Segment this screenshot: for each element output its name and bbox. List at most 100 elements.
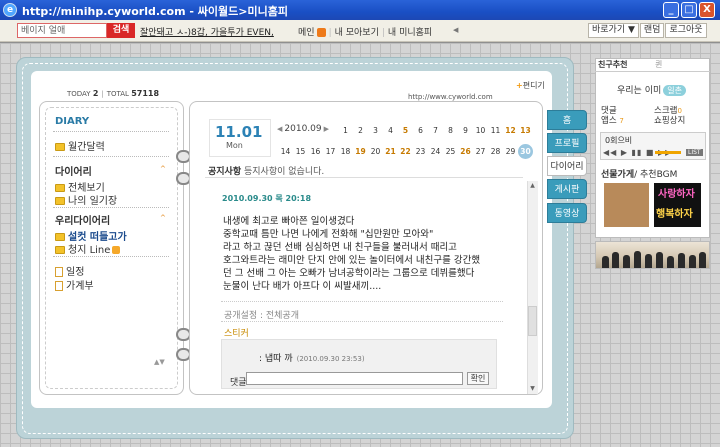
- comment-item: : 냅따 까 (2010.09.30 23:53): [259, 354, 365, 364]
- calendar-day[interactable]: 27: [473, 147, 488, 156]
- reply-submit-button[interactable]: 확인: [467, 372, 489, 385]
- calendar-day[interactable]: 11: [488, 126, 503, 135]
- menu-household-ledger[interactable]: 가계부: [55, 277, 94, 292]
- calendar-day[interactable]: 19: [353, 147, 368, 156]
- minimize-button[interactable]: _: [663, 2, 679, 18]
- calendar-day[interactable]: 20: [368, 147, 383, 156]
- privacy-setting: 공개설정 : 전체공개: [224, 311, 299, 321]
- calendar-day[interactable]: 15: [293, 147, 308, 156]
- calendar-day-selected[interactable]: 30: [518, 144, 533, 159]
- link-shopping[interactable]: 쇼핑상지: [654, 116, 685, 126]
- calendar-day[interactable]: 2: [353, 126, 368, 135]
- close-button[interactable]: X: [699, 2, 715, 18]
- visitor-counter: TODAY 2 | TOTAL 57118: [67, 89, 160, 98]
- tab-friend-recommend[interactable]: 친구추천: [598, 59, 627, 70]
- calendar-day[interactable]: 25: [443, 147, 458, 156]
- divider: [53, 256, 169, 257]
- post-line: 눈물이 난다 배가 아프다 이 씨발새끼....: [223, 281, 382, 292]
- scroll-up-icon[interactable]: ▲: [528, 182, 537, 192]
- ie-icon: e: [3, 3, 17, 17]
- calendar-day[interactable]: 13: [518, 126, 533, 135]
- calendar-day[interactable]: 17: [323, 147, 338, 156]
- calendar-day[interactable]: 16: [308, 147, 323, 156]
- nav-my-feed[interactable]: 내 모아보기: [335, 28, 379, 38]
- random-button[interactable]: 랜덤: [639, 23, 665, 38]
- search-input[interactable]: 베이지 얼애: [17, 23, 107, 38]
- calendar-day[interactable]: 1: [338, 126, 353, 135]
- calendar-day[interactable]: 29: [503, 147, 518, 156]
- calendar-day[interactable]: 10: [473, 126, 488, 135]
- calendar-day[interactable]: 6: [413, 126, 428, 135]
- reply-input[interactable]: [246, 372, 463, 385]
- bgm-volume-bar[interactable]: [655, 151, 681, 154]
- scrollbar-thumb[interactable]: [528, 306, 537, 336]
- gift-item-image[interactable]: 사랑하자 행복하자: [654, 183, 701, 227]
- calendar-day[interactable]: 12: [503, 126, 518, 135]
- post-line: 중학교때 틈만 나면 나에게 전화해 "십만원만 모아와": [223, 229, 434, 240]
- calendar-month: 2010.09: [284, 124, 322, 134]
- window-title: http://minihp.cyworld.com - 싸이월드>미니홈피: [22, 5, 288, 18]
- tab-video[interactable]: 동영상: [547, 203, 587, 223]
- toolbar-scroll-left-icon[interactable]: ◀: [453, 26, 462, 36]
- link-scrap[interactable]: 스크랩0: [654, 106, 682, 116]
- tab-diary[interactable]: 다이어리: [547, 156, 587, 176]
- divider: [53, 131, 169, 132]
- sticker-link[interactable]: 스티커: [224, 326, 249, 339]
- calendar-day[interactable]: 4: [383, 126, 398, 135]
- gift-image-text: 행복하자: [656, 209, 693, 220]
- bgm-title: 0회으비: [605, 136, 633, 145]
- menu-schedule[interactable]: 일정: [55, 263, 84, 278]
- group-shared-diary-title[interactable]: 우리다이어리: [55, 212, 110, 227]
- nav-main[interactable]: 메인: [298, 28, 315, 38]
- tab-board[interactable]: 게시판: [547, 179, 587, 199]
- calendar-day[interactable]: 24: [428, 147, 443, 156]
- collapse-icon[interactable]: ^: [160, 165, 166, 173]
- calendar-day[interactable]: 14: [278, 147, 293, 156]
- next-month-icon[interactable]: ▶: [324, 125, 329, 133]
- menu-my-diary[interactable]: 나의 일기장: [55, 192, 117, 207]
- calendar-day[interactable]: 7: [428, 126, 443, 135]
- shortcut-dropdown[interactable]: 바로가기 ▼: [588, 23, 639, 38]
- ilchon-badge[interactable]: 일촌: [663, 85, 686, 96]
- calendar-day[interactable]: 28: [488, 147, 503, 156]
- divider: [221, 301, 503, 302]
- menu-shared-diary-2[interactable]: 청지 Line: [55, 241, 121, 256]
- group-diary-title[interactable]: 다이어리: [55, 163, 92, 178]
- right-panel-links: 댓글 스크랩0 앱스 7 쇼핑상지: [601, 106, 685, 126]
- prev-month-icon[interactable]: ◀: [277, 125, 282, 133]
- calendar-day[interactable]: 26: [458, 147, 473, 156]
- calendar-row-2: 14 15 16 17 18 19 20 21 22 23 24 25 26 27 28 29 30: [218, 144, 533, 159]
- menu-monthly-calendar[interactable]: 월간달력: [55, 138, 105, 153]
- gift-item-image[interactable]: [604, 183, 649, 227]
- banner-photo[interactable]: [595, 241, 710, 269]
- diary-title: DIARY: [55, 116, 90, 127]
- homepage-url[interactable]: http://www.cyworld.com: [408, 93, 493, 101]
- calendar-day[interactable]: 21: [383, 147, 398, 156]
- tab-queen[interactable]: 퀸: [655, 59, 662, 70]
- tab-home[interactable]: 홈: [547, 110, 587, 130]
- calendar-day[interactable]: 5: [398, 126, 413, 135]
- calendar-day[interactable]: 8: [443, 126, 458, 135]
- new-badge-icon: [316, 28, 326, 37]
- collapse-icon[interactable]: ^: [160, 214, 166, 222]
- total-count: 57118: [131, 89, 160, 98]
- calendar-day[interactable]: 23: [413, 147, 428, 156]
- search-button[interactable]: 검색: [107, 23, 135, 38]
- maximize-button[interactable]: □: [681, 2, 697, 18]
- calendar-day[interactable]: 18: [338, 147, 353, 156]
- bgm-list-button[interactable]: LIST: [686, 149, 703, 156]
- nav-my-minihompy[interactable]: 내 미니홈피: [388, 28, 432, 38]
- post-scrollbar[interactable]: [527, 181, 538, 394]
- link-apps[interactable]: 앱스 7: [601, 116, 624, 126]
- logout-button[interactable]: 로그아웃: [665, 23, 707, 38]
- news-ticker-link[interactable]: 잘안돼고 ㅅ-)8갑, 가을투가 EVEN,: [140, 25, 274, 38]
- calendar-day[interactable]: 9: [458, 126, 473, 135]
- divider: [221, 321, 503, 322]
- calendar-day[interactable]: 3: [368, 126, 383, 135]
- edit-link[interactable]: +편디기: [516, 80, 545, 91]
- left-scroll-arrows-icon[interactable]: ▲▼: [154, 358, 165, 366]
- tab-profile[interactable]: 프로필: [547, 133, 587, 153]
- calendar-day[interactable]: 22: [398, 147, 413, 156]
- scroll-down-icon[interactable]: ▼: [528, 385, 537, 395]
- link-comments[interactable]: 댓글: [601, 106, 617, 116]
